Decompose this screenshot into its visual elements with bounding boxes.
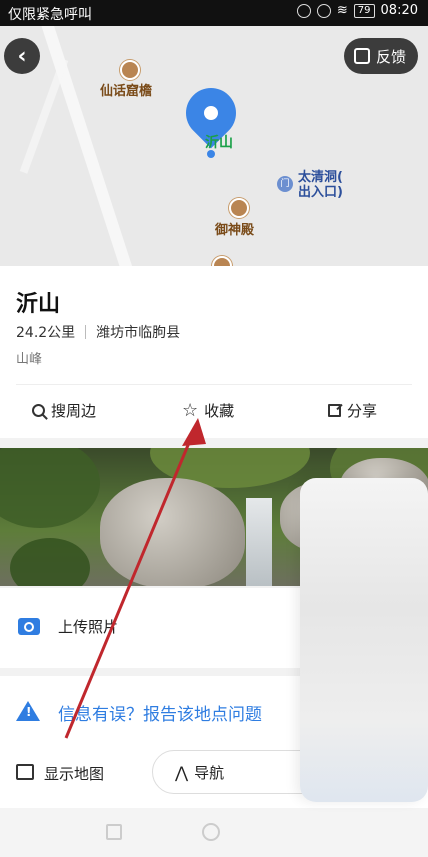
divider (16, 384, 412, 385)
nearby-search-button[interactable]: 搜周边 (32, 400, 96, 421)
carrier-text: 仅限紧急呼叫 (8, 7, 92, 23)
favorite-button[interactable]: ☆ 收藏 (182, 400, 234, 421)
navigation-arrow-icon: ⋀ (175, 762, 189, 782)
place-name: 沂山 (16, 292, 61, 317)
back-button[interactable]: ‹ (4, 38, 40, 74)
map-icon (16, 764, 34, 780)
battery-icon: 79 (353, 3, 375, 18)
status-icons: ≋ 79 08:20 (296, 3, 418, 18)
feedback-button[interactable]: 反馈 (343, 38, 418, 74)
foliage (10, 538, 90, 586)
show-map-button[interactable]: 显示地图 (44, 763, 104, 784)
gate-label-line2: 出入口) (298, 185, 343, 200)
place-category: 山峰 (16, 352, 43, 367)
waterfall (246, 498, 272, 586)
warning-icon (16, 701, 40, 721)
search-icon (32, 404, 45, 417)
upload-photo-row[interactable]: 上传照片 (0, 588, 300, 668)
feedback-label: 反馈 (375, 47, 406, 66)
status-bar: 仅限紧急呼叫 ≋ 79 08:20 (0, 0, 428, 26)
place-card: 沂山 24.2公里 潍坊市临朐县 山峰 搜周边 ☆ 收藏 分享 (0, 266, 428, 438)
poi-label[interactable]: 仙话窟檐 (100, 80, 152, 99)
home-icon[interactable] (202, 823, 220, 841)
poi-label[interactable]: 御神殿 (215, 219, 254, 238)
meta-divider (85, 325, 87, 339)
star-icon: ☆ (182, 399, 199, 421)
blurred-overlay (300, 478, 428, 802)
system-navigation-bar (0, 808, 428, 857)
report-issue-row[interactable]: 信息有误？报告该地点问题 (0, 676, 300, 736)
wifi-icon: ≋ (336, 3, 348, 18)
camera-icon (18, 618, 40, 635)
gate-label[interactable]: 太清洞( 出入口) (298, 170, 343, 200)
location-icon (316, 3, 331, 18)
favorite-label: 收藏 (204, 402, 235, 420)
share-label: 分享 (347, 402, 378, 420)
upload-label: 上传照片 (58, 618, 119, 636)
gate-icon[interactable]: 门 (277, 176, 293, 192)
poi-marker[interactable] (120, 60, 140, 80)
poi-marker[interactable] (212, 256, 232, 266)
place-region: 潍坊市临朐县 (96, 325, 181, 341)
road (19, 58, 69, 174)
poi-marker[interactable] (229, 198, 249, 218)
report-label: 信息有误？报告该地点问题 (58, 705, 262, 725)
rock (100, 478, 245, 586)
location-dot (207, 150, 215, 158)
share-button[interactable]: 分享 (328, 400, 377, 421)
share-icon (328, 404, 341, 417)
clock: 08:20 (380, 3, 418, 18)
place-meta: 24.2公里 潍坊市临朐县 (16, 322, 180, 342)
place-distance: 24.2公里 (16, 325, 76, 341)
gate-label-line1: 太清洞( (298, 170, 343, 185)
navigate-label: 导航 (194, 763, 225, 782)
map-view[interactable]: ‹ 反馈 仙话窟檐 沂山 门 太清洞( 出入口) 御神殿 (0, 26, 428, 266)
edit-icon (353, 48, 370, 64)
foliage (0, 448, 100, 528)
data-saver-icon (296, 3, 311, 18)
recent-apps-icon[interactable] (106, 824, 122, 840)
nearby-label: 搜周边 (51, 402, 97, 420)
selected-location-name: 沂山 (205, 135, 233, 151)
